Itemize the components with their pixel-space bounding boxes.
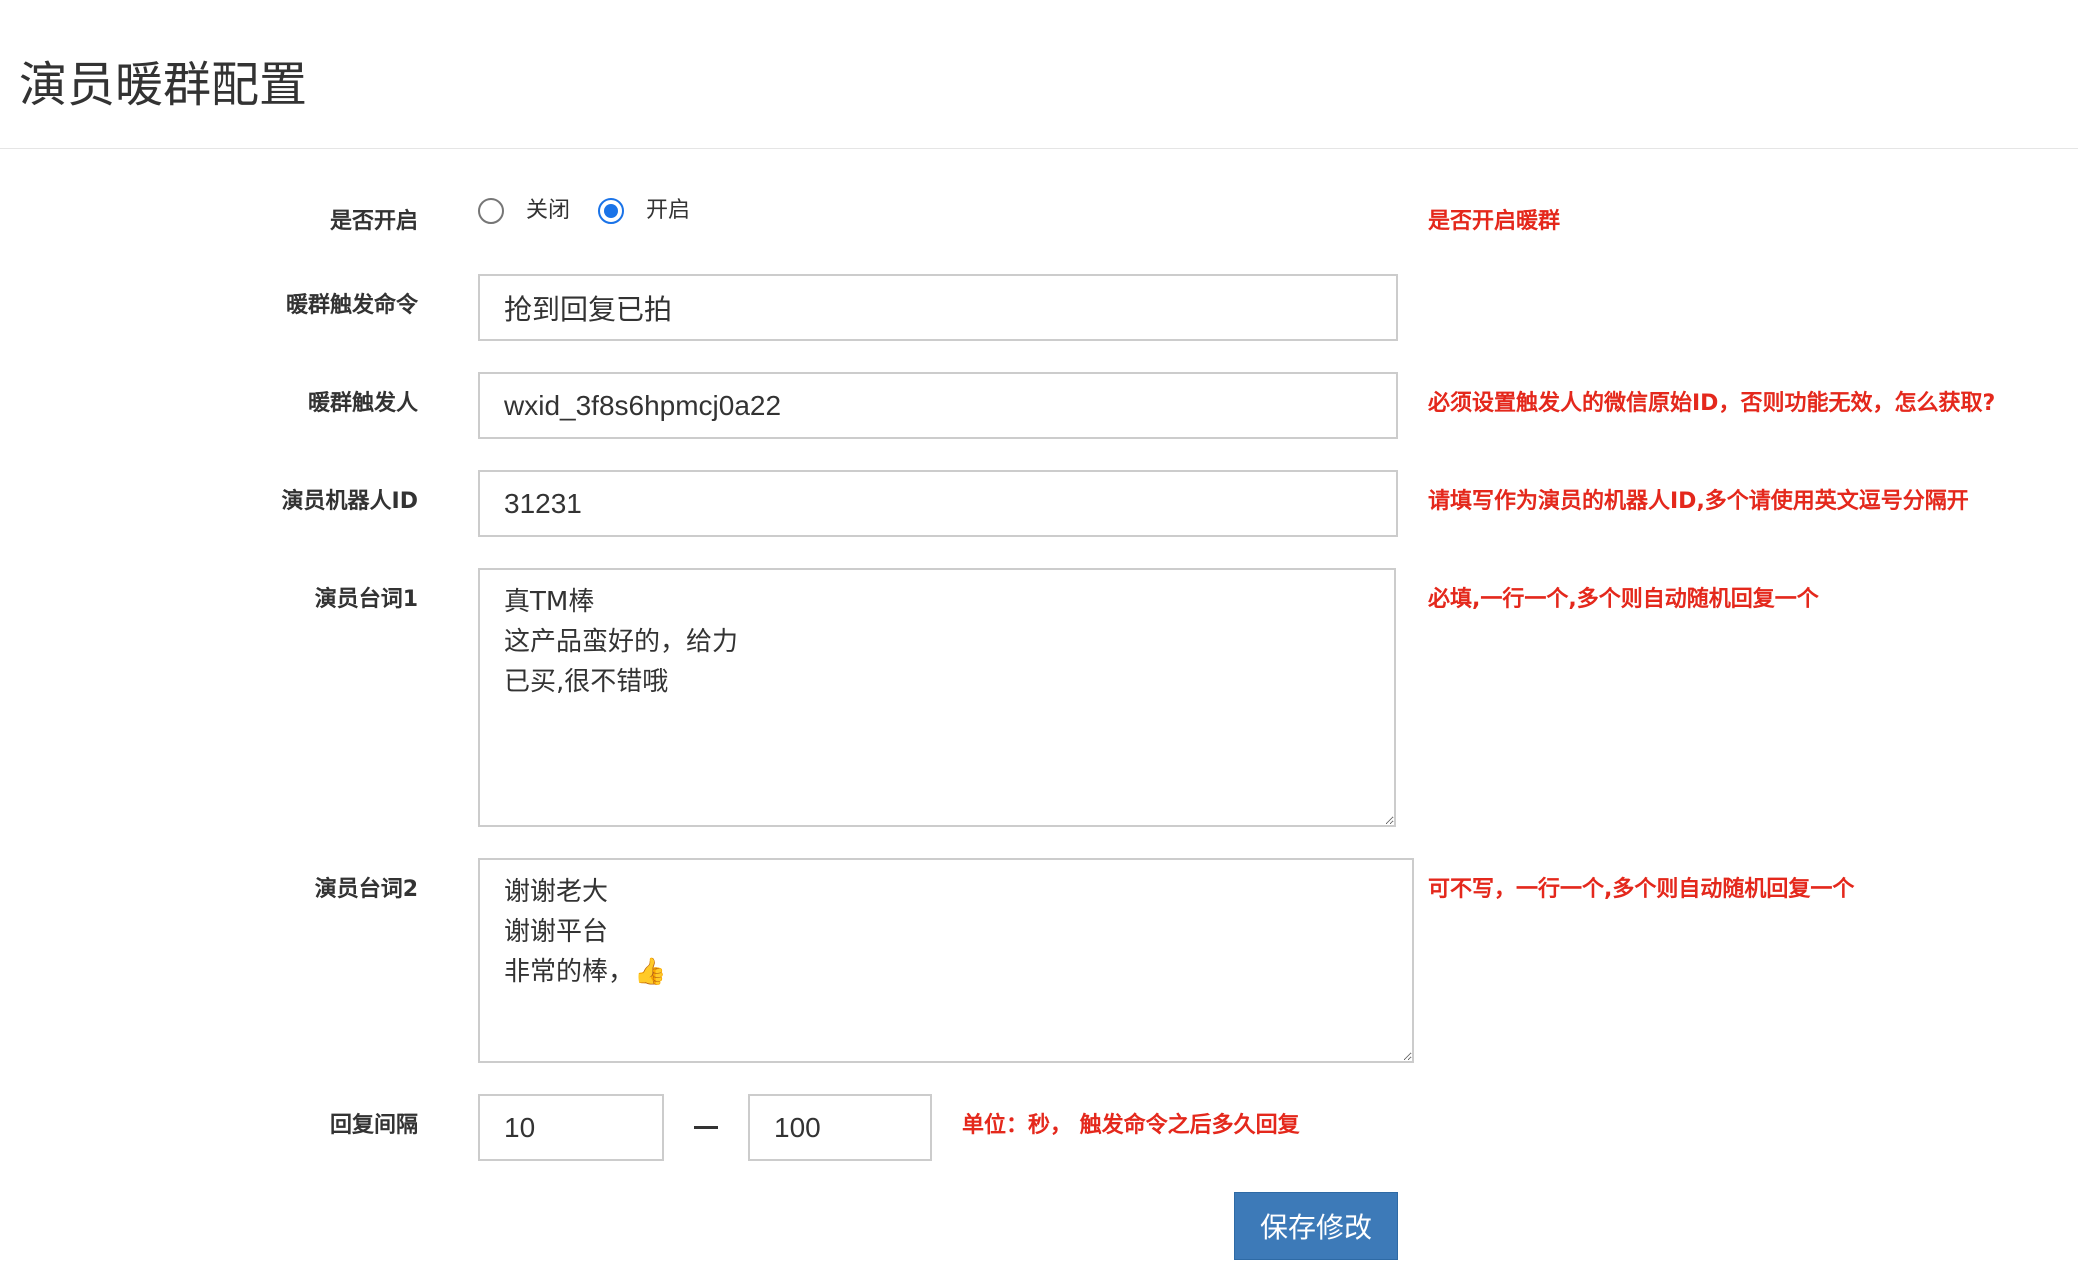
enable-hint: 是否开启暖群 <box>1428 209 1561 234</box>
lines1-hint: 必填,一行一个,多个则自动随机回复一个 <box>1428 587 1819 612</box>
radio-option-off[interactable]: 关闭 <box>478 196 570 226</box>
radio-option-on[interactable]: 开启 <box>598 196 690 226</box>
reply-interval-min-input[interactable] <box>478 1094 664 1161</box>
lines1-label: 演员台词1 <box>314 587 418 612</box>
trigger-user-hint: 必须设置触发人的微信原始ID，否则功能无效，怎么获取? <box>1428 391 1996 416</box>
save-button[interactable]: 保存修改 <box>1234 1192 1398 1260</box>
radio-off-circle[interactable] <box>478 198 504 224</box>
robot-id-input[interactable] <box>478 470 1398 537</box>
page-title: 演员暖群配置 <box>19 57 308 113</box>
reply-interval-hint: 单位：秒， 触发命令之后多久回复 <box>962 1113 1300 1138</box>
range-dash <box>694 1126 718 1129</box>
robot-id-label: 演员机器人ID <box>281 489 418 514</box>
lines2-textarea[interactable] <box>478 858 1414 1063</box>
page-header: 演员暖群配置 <box>0 0 2078 149</box>
reply-interval-max-input[interactable] <box>748 1094 932 1161</box>
reply-interval-label: 回复间隔 <box>329 1113 418 1138</box>
trigger-user-label: 暖群触发人 <box>307 391 418 416</box>
lines2-hint: 可不写，一行一个,多个则自动随机回复一个 <box>1428 877 1855 902</box>
lines2-label: 演员台词2 <box>314 877 418 902</box>
radio-off-label: 关闭 <box>526 198 571 223</box>
lines1-textarea[interactable] <box>478 568 1396 827</box>
enable-label: 是否开启 <box>329 209 418 234</box>
trigger-command-input[interactable] <box>478 274 1398 341</box>
trigger-command-label: 暖群触发命令 <box>285 293 418 318</box>
radio-on-circle[interactable] <box>598 198 624 224</box>
robot-id-hint: 请填写作为演员的机器人ID,多个请使用英文逗号分隔开 <box>1428 489 1969 514</box>
radio-on-label: 开启 <box>646 198 691 223</box>
trigger-user-input[interactable] <box>478 372 1398 439</box>
